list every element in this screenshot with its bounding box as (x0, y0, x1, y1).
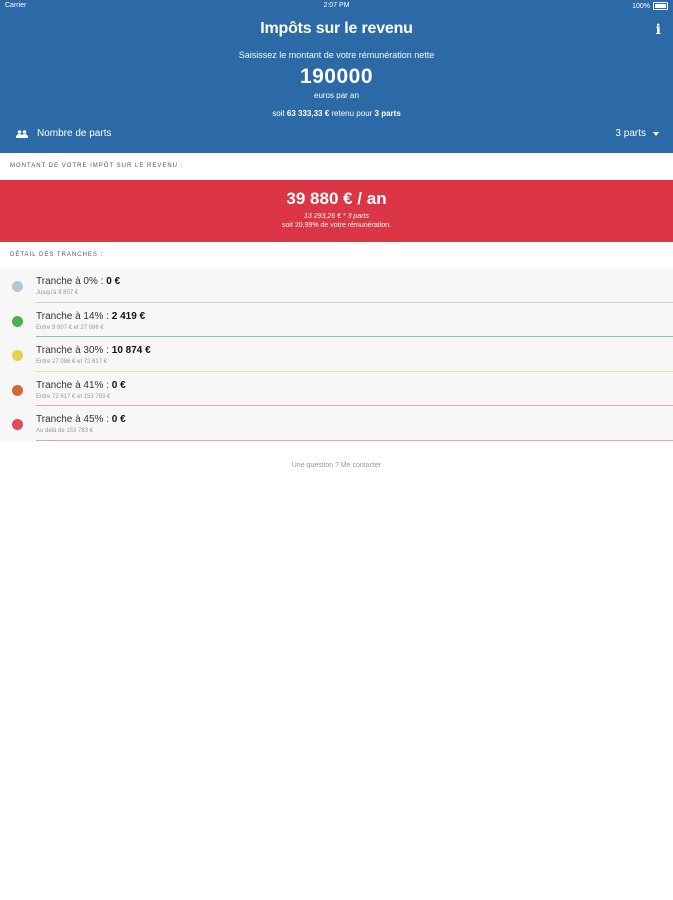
tax-detail: 13 293,26 € * 3 parts (304, 213, 369, 220)
chevron-down-icon (653, 131, 659, 136)
parts-value: 3 parts (615, 128, 646, 139)
salary-input[interactable]: 190000 (0, 65, 673, 89)
tranche-amount: 0 € (111, 379, 126, 391)
parts-label-group: Nombre de parts (16, 128, 111, 139)
info-button[interactable]: i (656, 22, 661, 38)
battery-icon (653, 2, 668, 10)
tranche-range: Entre 27 086 € et 72 617 € (36, 359, 108, 365)
revenue-summary: soit 63 333,33 € retenu pour 3 parts (0, 109, 673, 118)
salary-prompt: Saisissez le montant de votre rémunérati… (238, 50, 435, 60)
parts-selector[interactable]: Nombre de parts 3 parts (0, 128, 673, 144)
contact-link[interactable]: Une question ? Me contacter (0, 462, 673, 469)
tranche-range: Au delà de 153 783 € (36, 428, 94, 434)
tranche-dot-icon (12, 384, 23, 396)
tranche-range: Jusqu'à 9 807 € (36, 290, 79, 296)
tranche-title: Tranche à 41% : 0 € (36, 380, 126, 391)
tranche-range: Entre 9 807 € et 27 086 € (36, 324, 104, 331)
tranche-amount: 0 € (111, 414, 126, 425)
tranche-label: Tranche à 14% : (36, 310, 112, 322)
clock: 2:07 PM (323, 2, 350, 9)
tranche-title: Tranche à 0% : 0 € (36, 276, 120, 287)
row-divider (36, 439, 673, 441)
tranches-section-label: DÉTAIL DES TRANCHES : (10, 252, 104, 258)
list-item: Tranche à 30% : 10 874 € Entre 27 086 € … (0, 337, 673, 372)
revenue-prefix: soit (272, 109, 285, 118)
people-icon (16, 129, 28, 138)
list-item: Tranche à 14% : 2 419 € Entre 9 807 € et… (0, 303, 673, 337)
status-bar: Carrier 2:07 PM 100% (0, 0, 673, 12)
tranche-label: Tranche à 41% : (36, 379, 112, 391)
tranche-amount: 0 € (106, 276, 121, 287)
parts-dropdown[interactable]: 3 parts (615, 128, 659, 139)
tranche-amount: 10 874 € (111, 345, 151, 356)
revenue-parts: 3 parts (374, 109, 401, 118)
tranche-dot-icon (12, 315, 23, 327)
parts-label: Nombre de parts (37, 128, 112, 139)
tranche-title: Tranche à 14% : 2 419 € (36, 311, 145, 322)
list-item: Tranche à 45% : 0 € Au delà de 153 783 € (0, 406, 673, 441)
tax-section-label: MONTANT DE VOTRE IMPÔT SUR LE REVENU : (10, 163, 184, 169)
tax-ratio: soit 20,99% de votre rémunération. (282, 222, 391, 229)
tranche-title: Tranche à 30% : 10 874 € (36, 345, 151, 356)
revenue-mid: retenu pour (331, 109, 373, 118)
tax-amount: 39 880 € / an (286, 189, 387, 208)
tranche-label: Tranche à 30% : (36, 345, 112, 356)
tranche-title: Tranche à 45% : 0 € (36, 414, 126, 425)
tranche-label: Tranche à 0% : (36, 276, 107, 287)
tranche-label: Tranche à 45% : (36, 414, 112, 425)
list-item: Tranche à 41% : 0 € Entre 72 617 € et 15… (0, 372, 673, 406)
list-item: Tranche à 0% : 0 € Jusqu'à 9 807 € (0, 268, 673, 303)
tax-result-banner: 39 880 € / an 13 293,26 € * 3 parts soit… (0, 180, 673, 242)
battery-percent: 100% (632, 2, 650, 10)
app-header: Carrier 2:07 PM 100% Impôts sur le reven… (0, 0, 673, 153)
tranches-list: Tranche à 0% : 0 € Jusqu'à 9 807 € Tranc… (0, 268, 673, 441)
tranche-dot-icon (12, 350, 23, 361)
battery-status: 100% (632, 2, 668, 10)
page-title: Impôts sur le revenu (260, 20, 413, 37)
tranche-range: Entre 72 617 € et 153 783 € (36, 393, 111, 400)
tranche-dot-icon (12, 281, 23, 292)
tranche-dot-icon (12, 419, 23, 430)
tranche-amount: 2 419 € (111, 310, 146, 322)
salary-unit: euros par an (314, 91, 359, 100)
revenue-value: 63 333,33 € (286, 109, 330, 118)
